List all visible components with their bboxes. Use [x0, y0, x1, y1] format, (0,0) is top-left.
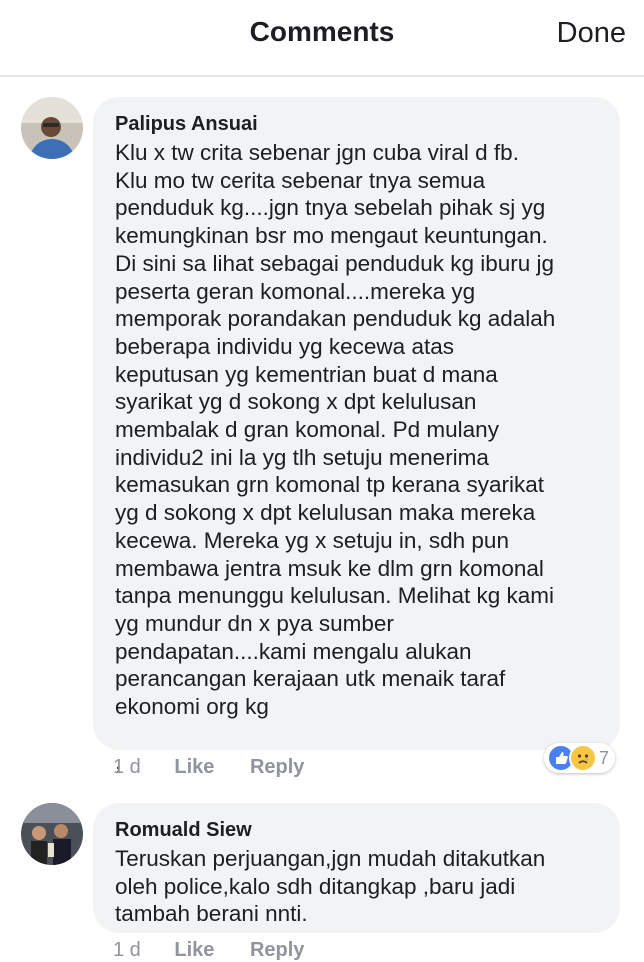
- comment-bubble: Palipus Ansuai Klu x tw crita sebenar jg…: [93, 97, 620, 774]
- page-title: Comments: [249, 16, 395, 47]
- reaction-count: 7: [599, 747, 610, 768]
- comment-author[interactable]: Romuald Siew: [115, 819, 598, 842]
- avatar[interactable]: [21, 803, 83, 865]
- comments-header: Comments Done: [0, 0, 644, 77]
- like-button[interactable]: Like: [174, 756, 214, 779]
- like-button[interactable]: Like: [174, 939, 214, 962]
- comment-author[interactable]: Palipus Ansuai: [115, 113, 598, 136]
- avatar[interactable]: [21, 97, 83, 159]
- comment-timestamp: 1 d: [113, 756, 141, 778]
- comment-text: Klu x tw crita sebenar jgn cuba viral d …: [115, 140, 556, 775]
- comment-actions: 1 d Like Reply: [113, 939, 304, 962]
- avatar-photo: [21, 803, 83, 865]
- comment-timestamp: 1 d: [113, 939, 141, 961]
- comment-text: Teruskan perjuangan,jgn mudah ditakutkan…: [115, 846, 546, 927]
- reaction-summary[interactable]: 7: [544, 743, 616, 773]
- reply-button[interactable]: Reply: [250, 939, 304, 962]
- done-button[interactable]: Done: [557, 17, 626, 50]
- reply-button[interactable]: Reply: [250, 756, 304, 779]
- comment-bubble: Romuald Siew Teruskan perjuangan,jgn mud…: [93, 803, 620, 933]
- sad-icon: [569, 744, 597, 772]
- comment-actions: 1 d Like Reply: [113, 756, 304, 779]
- avatar-photo: [21, 97, 83, 159]
